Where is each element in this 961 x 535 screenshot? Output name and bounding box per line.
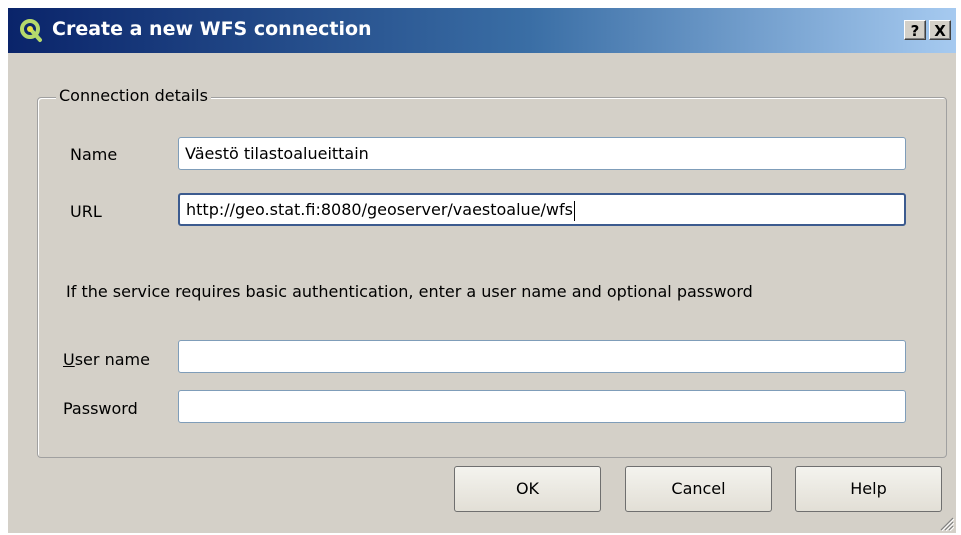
window-title: Create a new WFS connection: [52, 18, 372, 40]
password-input[interactable]: [178, 390, 906, 423]
username-label: User name: [63, 350, 150, 369]
title-bar[interactable]: Create a new WFS connection ? X: [8, 8, 956, 53]
password-label: Password: [63, 399, 138, 418]
context-help-button[interactable]: ?: [904, 20, 926, 40]
url-input[interactable]: http://geo.stat.fi:8080/geoserver/vaesto…: [178, 193, 906, 226]
username-input[interactable]: [178, 340, 906, 373]
name-input[interactable]: Väestö tilastoalueittain: [178, 137, 906, 170]
name-label: Name: [70, 145, 118, 164]
username-label-rest: ser name: [74, 350, 150, 369]
cancel-button[interactable]: Cancel: [625, 466, 772, 512]
resize-grip-icon[interactable]: [938, 515, 954, 531]
help-button[interactable]: Help: [795, 466, 942, 512]
text-caret: [573, 200, 575, 221]
username-mnemonic: U: [63, 350, 75, 369]
url-label: URL: [70, 202, 102, 221]
url-input-text: http://geo.stat.fi:8080/geoserver/vaesto…: [186, 200, 573, 219]
close-button[interactable]: X: [929, 20, 951, 40]
wfs-connection-dialog: Create a new WFS connection ? X Connecti…: [8, 8, 956, 533]
ok-button[interactable]: OK: [454, 466, 601, 512]
group-title: Connection details: [56, 86, 211, 105]
auth-info-text: If the service requires basic authentica…: [66, 282, 753, 301]
qgis-icon: [20, 19, 42, 42]
